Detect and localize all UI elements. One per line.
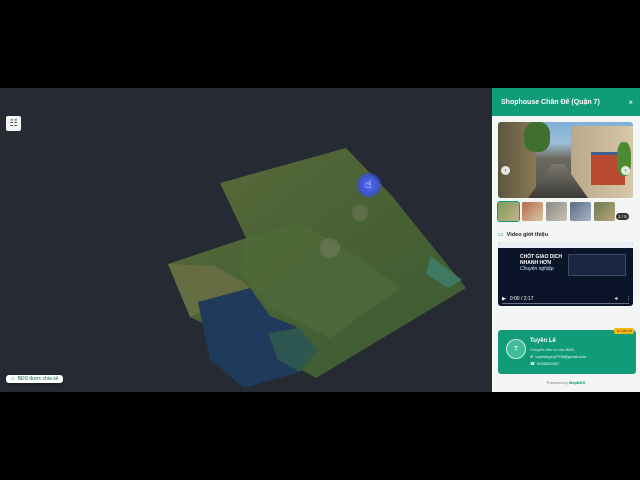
photo-thumbnails — [497, 201, 615, 222]
agent-contact-card: ★ Liên hệ T Tuyền Lê Chuyên viên tư vấn … — [498, 328, 636, 374]
mail-icon: ✉ — [530, 354, 534, 359]
powered-by: Powered by MapBDS — [492, 380, 640, 385]
next-photo-button[interactable]: › — [621, 166, 630, 175]
close-icon[interactable]: × — [628, 98, 633, 107]
video-section-heading: ▭ Video giới thiệu — [498, 231, 549, 239]
powered-by-brand[interactable]: MapBDS — [569, 380, 585, 385]
thumbnail-1[interactable] — [497, 201, 520, 222]
hand-pointer-icon: ☝ — [356, 172, 382, 198]
agent-phone-text: 0938524467 — [536, 361, 560, 366]
photo-count-badge: 1 / 5 — [616, 213, 629, 220]
grid-icon: ☷ — [9, 118, 18, 128]
video-player[interactable]: CHỐT GIAO DỊCH NHANH HƠN Chuyên nghiệp ▶… — [498, 242, 633, 306]
satellite-terrain[interactable] — [0, 88, 492, 392]
volume-icon[interactable]: 🔊︎ — [615, 296, 618, 302]
video-heading-label: Video giới thiệu — [506, 231, 549, 238]
agent-name: Tuyền Lê — [530, 338, 556, 344]
app-window: ☷ ☝ ⌂ BĐS được chia sẻ Shophouse Chân Đế… — [0, 88, 640, 392]
map-view[interactable]: ☷ ☝ ⌂ BĐS được chia sẻ — [0, 88, 492, 392]
thumbnail-4[interactable] — [570, 202, 591, 221]
agent-email-text: tuyenlegeo2708@gmail.com — [535, 354, 587, 359]
panel-header: Shophouse Chân Đế (Quận 7) × — [492, 88, 640, 116]
phone-icon: ☎ — [530, 361, 535, 366]
home-icon: ⌂ — [11, 376, 15, 382]
agent-role: Chuyên viên tư vấn BĐS — [530, 347, 575, 352]
powered-by-prefix: Powered by — [546, 380, 569, 385]
play-icon[interactable]: ▶ — [502, 296, 506, 302]
thumbnail-3[interactable] — [546, 202, 567, 221]
main-photo[interactable]: ‹ › — [498, 122, 633, 198]
agent-email[interactable]: ✉ tuyenlegeo2708@gmail.com — [530, 354, 586, 359]
shared-properties-label: BĐS được chia sẻ — [17, 376, 59, 382]
avatar: T — [506, 339, 526, 359]
more-options-icon[interactable]: ⋮ — [626, 296, 631, 302]
property-title: Shophouse Chân Đế (Quận 7) — [501, 98, 600, 106]
video-time: 0:00 / 2:17 — [509, 296, 534, 302]
contact-badge: ★ Liên hệ — [614, 328, 634, 334]
prev-photo-button[interactable]: ‹ — [501, 166, 510, 175]
video-icon: ▭ — [498, 232, 504, 238]
video-subtitle: Chuyên nghiệp — [520, 266, 554, 272]
property-detail-panel: Shophouse Chân Đế (Quận 7) × ‹ › 1 / 5 ▭… — [492, 88, 640, 392]
video-preview-screen — [568, 254, 626, 276]
thumbnail-2[interactable] — [522, 202, 543, 221]
agent-phone[interactable]: ☎ 0938524467 — [530, 361, 559, 366]
layers-menu-button[interactable]: ☷ — [6, 116, 21, 131]
video-progress-bar[interactable] — [502, 303, 629, 304]
thumbnail-5[interactable] — [594, 202, 615, 221]
shared-properties-button[interactable]: ⌂ BĐS được chia sẻ — [6, 375, 64, 383]
